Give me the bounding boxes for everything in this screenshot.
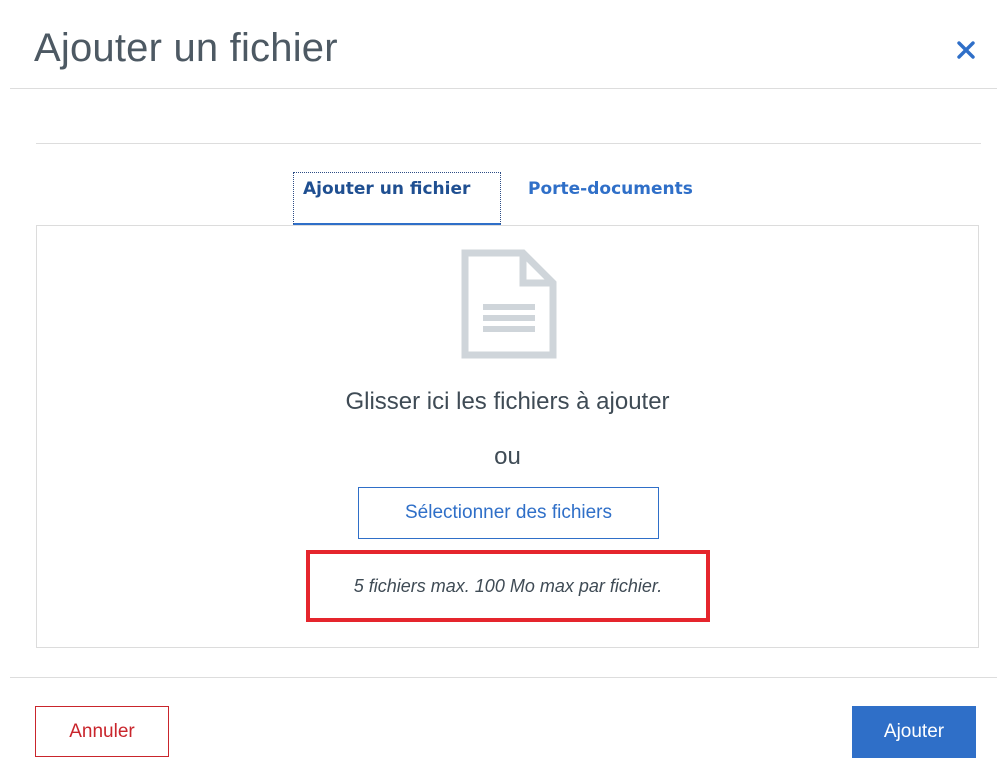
file-limits-text: 5 fichiers max. 100 Mo max par fichier. [353,575,663,596]
header-divider [10,88,997,89]
tab-add-file-label: Ajouter un fichier [303,179,471,199]
close-icon [957,41,975,59]
dialog-title: Ajouter un fichier [34,26,338,70]
tab-add-file[interactable]: Ajouter un fichier [293,172,501,226]
file-drop-zone[interactable]: Glisser ici les fichiers à ajouter ou Sé… [36,225,979,648]
add-file-dialog: Ajouter un fichier Ajouter un fichier Po… [0,0,997,782]
content-divider [36,143,981,144]
tab-document-holder[interactable]: Porte-documents [520,172,701,205]
drop-instructions: Glisser ici les fichiers à ajouter [345,388,670,415]
cancel-button[interactable]: Annuler [35,706,169,757]
tab-bar: Ajouter un fichier Porte-documents [293,172,701,226]
close-button[interactable] [948,32,984,68]
tab-document-holder-label: Porte-documents [528,179,693,199]
select-files-button[interactable]: Sélectionner des fichiers [358,487,659,539]
document-icon [461,249,557,359]
file-limits-highlight: 5 fichiers max. 100 Mo max par fichier. [306,550,710,622]
footer-divider [10,677,997,678]
add-button[interactable]: Ajouter [852,706,976,758]
or-separator: ou [494,443,521,470]
